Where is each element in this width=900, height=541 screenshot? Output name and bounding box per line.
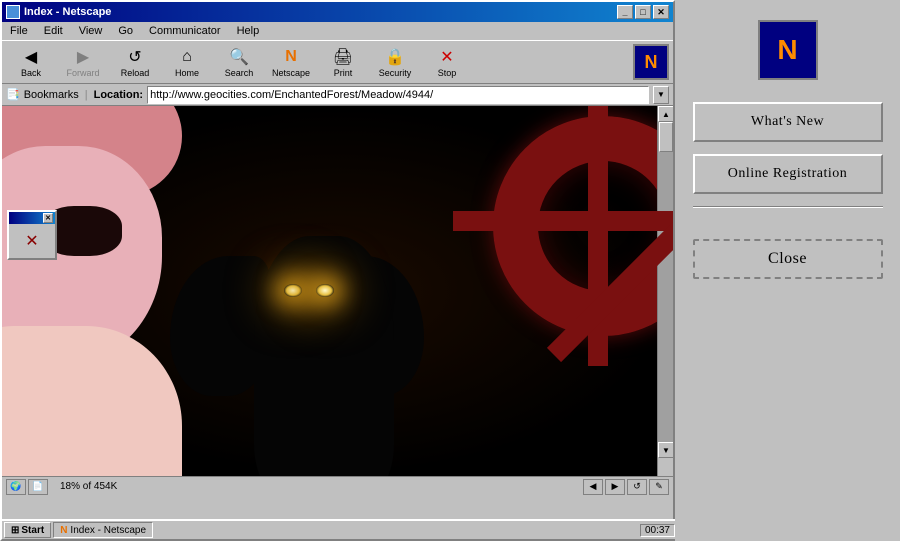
netscape-label: Netscape (272, 68, 310, 78)
print-label: Print (334, 68, 353, 78)
scroll-down-button[interactable]: ▼ (658, 442, 673, 458)
eye-right-glow (316, 284, 334, 297)
scroll-track[interactable] (658, 122, 673, 442)
status-right: ◀ ▶ ↺ ✎ (583, 479, 669, 495)
toolbar: ◀ Back ▶ Forward ↺ Reload ⌂ Home 🔍 Searc… (2, 40, 673, 84)
security-label: Security (379, 68, 412, 78)
stop-label: Stop (438, 68, 457, 78)
security-button[interactable]: 🔒 Security (370, 43, 420, 81)
progress-icon-4: ✎ (649, 479, 669, 495)
small-close-button[interactable]: ✕ (43, 213, 53, 223)
print-button[interactable]: 🖨 Print (318, 43, 368, 81)
taskbar-netscape-app[interactable]: N Index - Netscape (53, 522, 153, 538)
home-label: Home (175, 68, 199, 78)
forward-button[interactable]: ▶ Forward (58, 43, 108, 81)
location-bar: 📑 Bookmarks | Location: ▼ (2, 84, 673, 106)
menu-communicator[interactable]: Communicator (145, 24, 225, 38)
netscape-icon: N (279, 46, 303, 68)
creature-body (254, 236, 394, 476)
creature-eyes (284, 284, 334, 297)
scroll-up-button[interactable]: ▲ (658, 106, 673, 122)
maximize-button[interactable]: □ (635, 5, 651, 19)
menu-edit[interactable]: Edit (40, 24, 67, 38)
reload-label: Reload (121, 68, 150, 78)
menu-help[interactable]: Help (233, 24, 264, 38)
panel-logo-letter: N (777, 34, 797, 66)
back-icon: ◀ (19, 46, 43, 68)
vertical-scrollbar[interactable]: ▲ ▼ (657, 106, 673, 476)
progress-icons: ◀ ▶ ↺ ✎ (583, 479, 669, 495)
status-icon-2: 📄 (28, 479, 48, 495)
minimize-button[interactable]: _ (617, 5, 633, 19)
progress-icon-2: ▶ (605, 479, 625, 495)
windows-logo: ⊞ (11, 525, 19, 536)
browser-icon (6, 5, 20, 19)
eye-left-glow (284, 284, 302, 297)
close-panel-button[interactable]: Close (693, 239, 883, 279)
small-popup-window: ✕ ✕ (7, 210, 57, 260)
progress-icon-1: ◀ (583, 479, 603, 495)
stop-icon: ✕ (435, 46, 459, 68)
bookmarks-icon: 📑 (6, 88, 20, 101)
scroll-thumb[interactable] (659, 122, 673, 152)
status-text: 18% of 454K (60, 481, 117, 492)
online-registration-button[interactable]: Online Registration (693, 154, 883, 194)
start-button[interactable]: ⊞ Start (4, 522, 51, 538)
netscape-logo: N (633, 44, 669, 80)
home-button[interactable]: ⌂ Home (162, 43, 212, 81)
menu-file[interactable]: File (6, 24, 32, 38)
home-icon: ⌂ (175, 46, 199, 68)
security-icon: 🔒 (383, 46, 407, 68)
forward-label: Forward (66, 68, 99, 78)
reload-icon: ↺ (123, 46, 147, 68)
window-title: Index - Netscape (24, 6, 111, 18)
panel-divider (693, 206, 883, 207)
title-bar-controls: _ □ ✕ (617, 5, 669, 19)
taskbar-app-icon: N (60, 525, 67, 536)
panel-netscape-logo: N (758, 20, 818, 80)
url-dropdown-button[interactable]: ▼ (653, 86, 669, 104)
progress-icon-3: ↺ (627, 479, 647, 495)
title-bar: Index - Netscape _ □ ✕ (2, 2, 673, 22)
search-icon: 🔍 (227, 46, 251, 68)
search-button[interactable]: 🔍 Search (214, 43, 264, 81)
browser-window: Index - Netscape _ □ ✕ File Edit View Go… (0, 0, 675, 541)
menu-bar: File Edit View Go Communicator Help (2, 22, 673, 40)
start-label: Start (21, 525, 44, 536)
taskbar-app-label: Index - Netscape (70, 525, 146, 536)
webpage-content: ▲ ▼ (2, 106, 673, 476)
forward-icon: ▶ (71, 46, 95, 68)
bookmarks-label: Bookmarks (24, 89, 79, 101)
title-bar-left: Index - Netscape (6, 5, 111, 19)
print-icon: 🖨 (331, 46, 355, 68)
small-window-content: ✕ (9, 224, 55, 258)
content-area: ▲ ▼ ✕ ✕ (2, 106, 673, 476)
search-label: Search (225, 68, 254, 78)
status-bar: 🌍 📄 18% of 454K ◀ ▶ ↺ ✎ (2, 476, 673, 496)
netscape-logo-letter: N (645, 52, 658, 73)
taskbar: ⊞ Start N Index - Netscape 00:37 (2, 519, 677, 539)
status-icon-1: 🌍 (6, 479, 26, 495)
back-label: Back (21, 68, 41, 78)
reload-button[interactable]: ↺ Reload (110, 43, 160, 81)
location-label: Location: (94, 89, 144, 101)
url-input[interactable] (147, 86, 649, 104)
close-window-button[interactable]: ✕ (653, 5, 669, 19)
taskbar-clock: 00:37 (640, 524, 675, 537)
whats-new-button[interactable]: What's New (693, 102, 883, 142)
back-button[interactable]: ◀ Back (6, 43, 56, 81)
menu-view[interactable]: View (75, 24, 107, 38)
status-icons: 🌍 📄 (6, 479, 48, 495)
netscape-button[interactable]: N Netscape (266, 43, 316, 81)
wheel-spoke-h (453, 211, 673, 231)
small-window-title: ✕ (9, 212, 55, 224)
right-panel: N What's New Online Registration Close (675, 0, 900, 541)
stop-button[interactable]: ✕ Stop (422, 43, 472, 81)
menu-go[interactable]: Go (114, 24, 137, 38)
